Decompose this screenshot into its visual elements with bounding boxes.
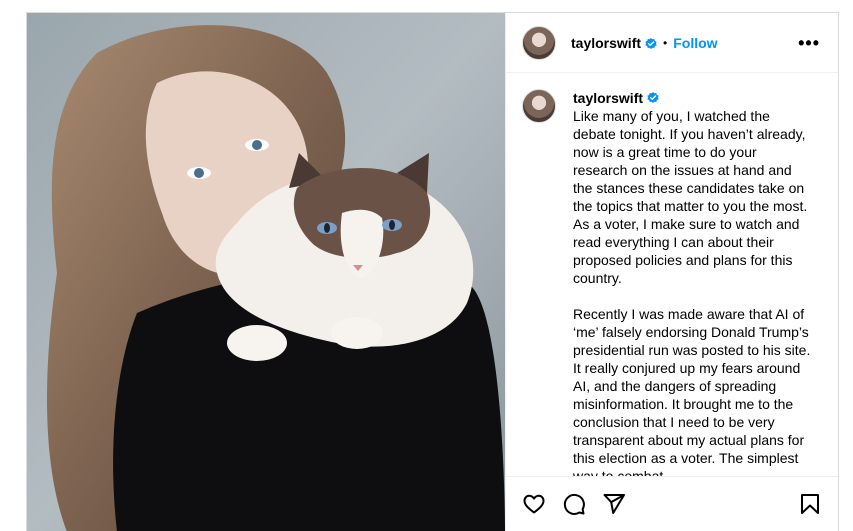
caption-text: taylorswift Like many of you, I watched … — [573, 89, 813, 476]
comment-icon[interactable] — [562, 492, 586, 516]
more-options-button[interactable]: ••• — [798, 34, 820, 52]
caption-username[interactable]: taylorswift — [573, 90, 643, 106]
post-sidebar: taylorswift • Follow ••• taylorswift Lik… — [505, 13, 838, 531]
post-actions — [506, 476, 838, 531]
caption-avatar[interactable] — [522, 89, 556, 123]
follow-button[interactable]: Follow — [673, 35, 717, 51]
heart-icon[interactable] — [522, 492, 546, 516]
send-icon[interactable] — [602, 492, 626, 516]
caption-paragraph-2: Recently I was made aware that AI of ‘me… — [573, 306, 811, 476]
post-photo-illustration — [27, 13, 505, 531]
avatar[interactable] — [522, 25, 556, 60]
separator-dot: • — [663, 35, 668, 50]
bookmark-icon[interactable] — [798, 492, 822, 516]
caption-verified-badge-icon — [647, 90, 659, 103]
post-header: taylorswift • Follow ••• — [506, 13, 838, 73]
caption-paragraph-1: Like many of you, I watched the debate t… — [573, 108, 808, 286]
caption-area: taylorswift Like many of you, I watched … — [506, 73, 838, 476]
verified-badge-icon — [645, 37, 657, 49]
instagram-post: taylorswift • Follow ••• taylorswift Lik… — [26, 12, 839, 531]
caption-row: taylorswift Like many of you, I watched … — [522, 89, 820, 476]
post-author-username[interactable]: taylorswift — [571, 35, 641, 51]
post-photo[interactable] — [27, 13, 505, 531]
